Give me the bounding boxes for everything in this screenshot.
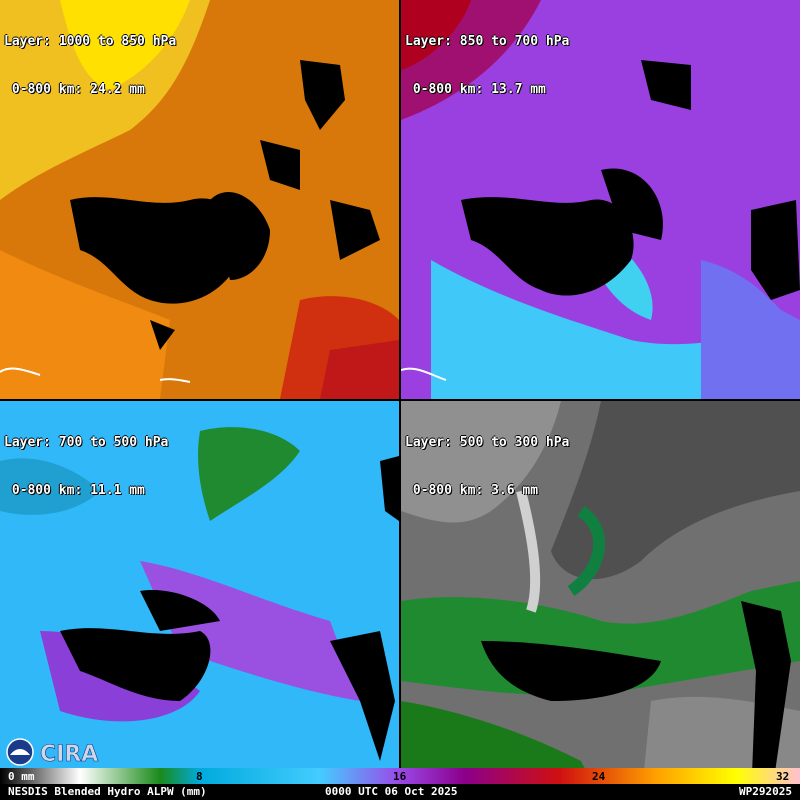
layer-label: Layer: 1000 to 850 hPa 0-800 km: 24.2 mm <box>4 2 176 130</box>
valid-time: 0000 UTC 06 Oct 2025 <box>325 785 458 798</box>
layer-mean-value: 0-800 km: 13.7 mm <box>405 82 546 97</box>
panel-850-700: Layer: 850 to 700 hPa 0-800 km: 13.7 mm <box>401 0 800 399</box>
panel-1000-850: Layer: 1000 to 850 hPa 0-800 km: 24.2 mm <box>0 0 399 399</box>
colorbar-tick-16: 16 <box>393 770 407 783</box>
colorbar-tick-32: 32 <box>776 770 790 783</box>
layer-mean-value: 0-800 km: 11.1 mm <box>4 483 145 498</box>
product-name: NESDIS Blended Hydro ALPW (mm) <box>8 785 207 798</box>
colorbar-tick-24: 24 <box>592 770 606 783</box>
layer-title: Layer: 850 to 700 hPa <box>405 34 570 49</box>
layer-mean-value: 0-800 km: 24.2 mm <box>4 82 145 97</box>
colorbar-tick-8: 8 <box>196 770 203 783</box>
noaa-logo-icon <box>6 738 34 766</box>
layer-title: Layer: 1000 to 850 hPa <box>4 34 177 49</box>
storm-id: WP292025 <box>739 785 792 798</box>
layer-label: Layer: 700 to 500 hPa 0-800 km: 11.1 mm <box>4 403 168 531</box>
layer-label: Layer: 850 to 700 hPa 0-800 km: 13.7 mm <box>405 2 569 130</box>
svg-text:CIRA: CIRA <box>40 742 98 767</box>
layer-title: Layer: 500 to 300 hPa <box>405 435 570 450</box>
layer-title: Layer: 700 to 500 hPa <box>4 435 169 450</box>
layer-label: Layer: 500 to 300 hPa 0-800 km: 3.6 mm <box>405 403 569 531</box>
layer-mean-value: 0-800 km: 3.6 mm <box>405 483 539 498</box>
logos: CIRA <box>6 738 99 767</box>
cira-logo-icon: CIRA <box>40 742 99 767</box>
footer: NESDIS Blended Hydro ALPW (mm) 0000 UTC … <box>0 784 800 800</box>
panel-500-300: Layer: 500 to 300 hPa 0-800 km: 3.6 mm <box>401 401 800 800</box>
colorbar-tick-0: 0 mm <box>8 770 35 783</box>
